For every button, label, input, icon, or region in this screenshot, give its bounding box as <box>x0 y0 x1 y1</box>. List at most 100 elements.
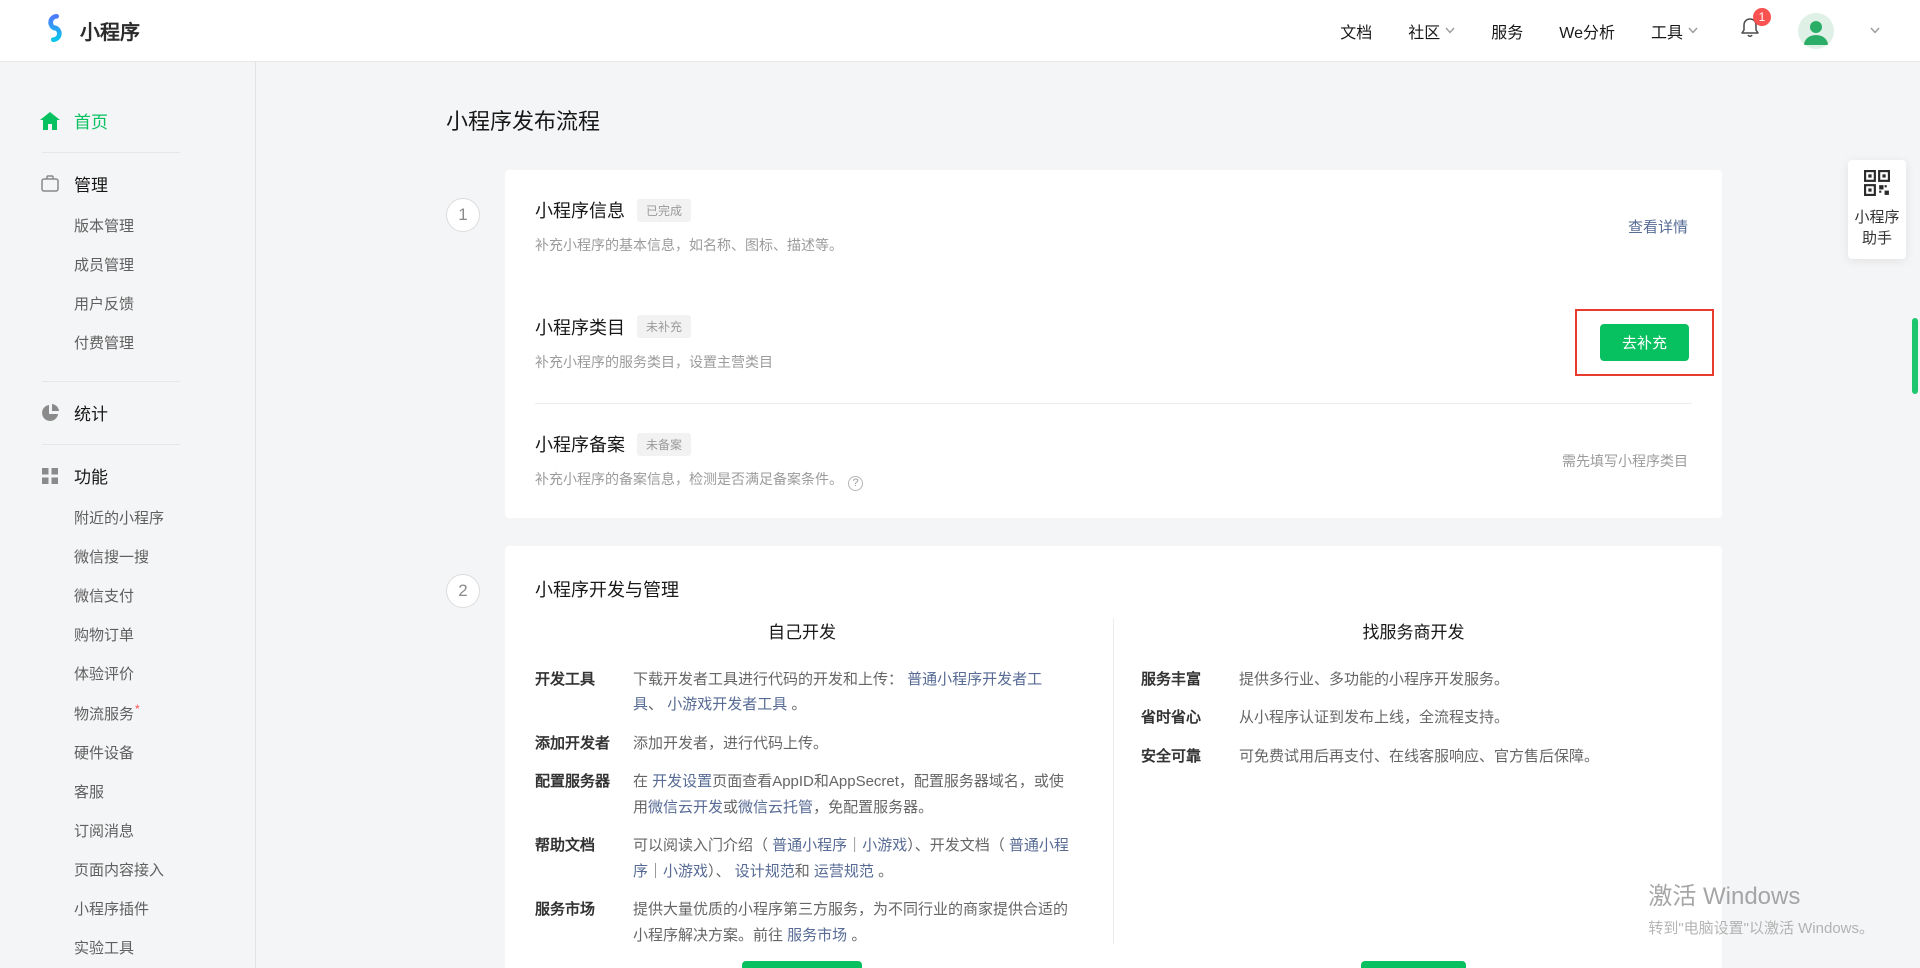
inline-link[interactable]: 小游戏开发者工具 <box>667 696 787 713</box>
dev-row-text: 提供大量优质的小程序第三方服务，为不同行业的商家提供合适的小程序解决方案。前往 … <box>633 897 1069 948</box>
go-supplement-button[interactable]: 去补充 <box>1600 324 1689 361</box>
inline-text: ｜ <box>648 863 663 880</box>
nav-label: 社区 <box>1408 19 1440 43</box>
vendor-row-time-saving: 省时省心 从小程序认证到发布上线，全流程支持。 <box>1141 705 1686 731</box>
status-badge: 未备案 <box>637 433 691 456</box>
sidebar-item-home[interactable]: 首页 <box>40 108 255 133</box>
sidebar-item-member-manage[interactable]: 成员管理 <box>40 245 255 284</box>
chevron-down-icon[interactable] <box>1870 27 1880 34</box>
dev-row-server-config: 配置服务器 在 开发设置页面查看AppID和AppSecret，配置服务器域名，… <box>535 769 1069 820</box>
dev-row-label: 帮助文档 <box>535 833 633 884</box>
dev-row-text: 在 开发设置页面查看AppID和AppSecret，配置服务器域名，或使用微信云… <box>633 769 1069 820</box>
logo[interactable]: 小程序 <box>40 13 140 48</box>
nav-label: 工具 <box>1651 19 1683 43</box>
dev-row-label: 服务市场 <box>535 897 633 948</box>
sidebar-item-miniprogram-plugins[interactable]: 小程序插件 <box>40 889 255 928</box>
column-divider <box>1113 618 1114 944</box>
sidebar-item-payment-manage[interactable]: 付费管理 <box>40 323 255 362</box>
nav-item-tools[interactable]: 工具 <box>1651 19 1698 43</box>
sidebar-section-manage[interactable]: 管理 <box>40 171 255 196</box>
dev-row-label: 开发工具 <box>535 667 633 718</box>
nav-item-docs[interactable]: 文档 <box>1340 19 1372 43</box>
chevron-down-icon <box>1688 27 1698 34</box>
sidebar-home-label: 首页 <box>74 108 108 133</box>
dev-row-label: 安全可靠 <box>1141 744 1239 770</box>
pie-chart-icon <box>40 404 60 422</box>
inline-link[interactable]: 普通小程序 <box>772 837 847 854</box>
step2-card: 小程序开发与管理 自己开发 开发工具 下载开发者工具进行代码的开发和上传： 普通… <box>505 546 1722 968</box>
sidebar-item-hardware-devices[interactable]: 硬件设备 <box>40 733 255 772</box>
sidebar-item-page-content-access[interactable]: 页面内容接入 <box>40 850 255 889</box>
row-title: 小程序类目 <box>535 314 625 340</box>
sidebar-item-shopping-orders[interactable]: 购物订单 <box>40 615 255 654</box>
sidebar-item-subscribe-messages[interactable]: 订阅消息 <box>40 811 255 850</box>
nav-item-services[interactable]: 服务 <box>1491 19 1523 43</box>
go-now-button[interactable]: 立即前往 <box>1361 961 1465 968</box>
inline-link[interactable]: 设计规范 <box>735 863 795 880</box>
nav-label: 文档 <box>1340 19 1372 43</box>
sidebar-item-label: 物流服务 <box>74 706 134 723</box>
inline-text: 下载开发者工具进行代码的开发和上传： <box>633 671 907 688</box>
sidebar-item-experimental-tools[interactable]: 实验工具 <box>40 928 255 967</box>
scrollbar-thumb[interactable] <box>1912 318 1918 394</box>
nav-item-community[interactable]: 社区 <box>1408 19 1455 43</box>
inline-link[interactable]: 开发设置 <box>652 773 712 790</box>
status-badge: 已完成 <box>637 199 691 222</box>
nav-item-we-analytics[interactable]: We分析 <box>1559 19 1615 43</box>
sidebar-section-statistics[interactable]: 统计 <box>40 400 255 425</box>
main-content: 小程序发布流程 1 小程序信息 已完成 补充小程序的基本信息，如名称、图标、描述… <box>256 62 1920 968</box>
dev-row-text: 添加开发者，进行代码上传。 <box>633 731 1069 757</box>
avatar[interactable] <box>1798 13 1834 49</box>
notifications-button[interactable]: 1 <box>1738 16 1762 45</box>
inline-text: 。 <box>847 927 866 944</box>
sidebar-item-logistics-service[interactable]: 物流服务* <box>40 693 255 733</box>
dev-row-tools: 开发工具 下载开发者工具进行代码的开发和上传： 普通小程序开发者工具、 小游戏开… <box>535 667 1069 718</box>
vendor-row-safe-reliable: 安全可靠 可免费试用后再支付、在线客服响应、官方售后保障。 <box>1141 744 1686 770</box>
inline-text: ）、 <box>708 863 735 880</box>
grid-icon <box>40 468 60 484</box>
add-developer-button[interactable]: 添加开发者 <box>742 961 861 968</box>
windows-activation-watermark: 激活 Windows 转到"电脑设置"以激活 Windows。 <box>1648 876 1874 938</box>
divider <box>42 152 180 153</box>
vendor-dev-column: 找服务商开发 服务丰富 提供多行业、多功能的小程序开发服务。 省时省心 从小程序… <box>1113 610 1722 968</box>
sidebar-item-user-feedback[interactable]: 用户反馈 <box>40 284 255 323</box>
row-desc: 补充小程序的服务类目，设置主营类目 <box>535 352 773 372</box>
step1-card: 小程序信息 已完成 补充小程序的基本信息，如名称、图标、描述等。 查看详情 小程… <box>505 170 1722 518</box>
watermark-line1: 激活 Windows <box>1648 876 1874 911</box>
miniprogram-logo-icon <box>40 13 70 48</box>
avatar-image-icon <box>1798 13 1834 49</box>
inline-link[interactable]: 小游戏 <box>862 837 907 854</box>
sidebar-item-wechat-search[interactable]: 微信搜一搜 <box>40 537 255 576</box>
inline-text: 可以阅读入门介绍（ <box>633 837 772 854</box>
inline-link[interactable]: 服务市场 <box>787 927 847 944</box>
red-highlight-box: 去补充 <box>1575 309 1714 376</box>
help-icon[interactable]: ? <box>848 476 863 491</box>
sidebar-item-version-manage[interactable]: 版本管理 <box>40 206 255 245</box>
inline-text: ）、开发文档（ <box>907 837 1009 854</box>
dev-row-text: 可以阅读入门介绍（ 普通小程序｜小游戏）、开发文档（ 普通小程序｜小游戏）、 设… <box>633 833 1069 884</box>
inline-link[interactable]: 运营规范 <box>814 863 874 880</box>
sidebar-section-functions[interactable]: 功能 <box>40 463 255 488</box>
miniprogram-assistant-widget[interactable]: 小程序 助手 <box>1848 160 1906 259</box>
qr-code-icon <box>1864 170 1890 196</box>
logo-text: 小程序 <box>80 16 140 45</box>
row-desc: 补充小程序的基本信息，如名称、图标、描述等。 <box>535 235 843 255</box>
vendor-row-rich-services: 服务丰富 提供多行业、多功能的小程序开发服务。 <box>1141 667 1686 693</box>
assistant-label-line1: 小程序 <box>1852 207 1902 228</box>
inline-link[interactable]: 小游戏 <box>663 863 708 880</box>
self-dev-header: 自己开发 <box>535 618 1069 643</box>
row-title: 小程序信息 <box>535 197 625 223</box>
sidebar-section-label: 功能 <box>74 463 108 488</box>
inline-link[interactable]: 微信云托管 <box>738 799 813 816</box>
inline-text: 。 <box>787 696 806 713</box>
step-1: 1 小程序信息 已完成 补充小程序的基本信息，如名称、图标、描述等。 查看详情 <box>446 170 1920 518</box>
view-details-link[interactable]: 查看详情 <box>1628 216 1688 237</box>
self-dev-column: 自己开发 开发工具 下载开发者工具进行代码的开发和上传： 普通小程序开发者工具、… <box>505 610 1113 968</box>
sidebar-item-wechat-pay[interactable]: 微信支付 <box>40 576 255 615</box>
sidebar-item-experience-rating[interactable]: 体验评价 <box>40 654 255 693</box>
dev-row-label: 服务丰富 <box>1141 667 1239 693</box>
sidebar-item-customer-service[interactable]: 客服 <box>40 772 255 811</box>
step-number: 1 <box>446 198 480 232</box>
inline-link[interactable]: 微信云开发 <box>648 799 723 816</box>
sidebar-item-nearby-miniprogram[interactable]: 附近的小程序 <box>40 498 255 537</box>
